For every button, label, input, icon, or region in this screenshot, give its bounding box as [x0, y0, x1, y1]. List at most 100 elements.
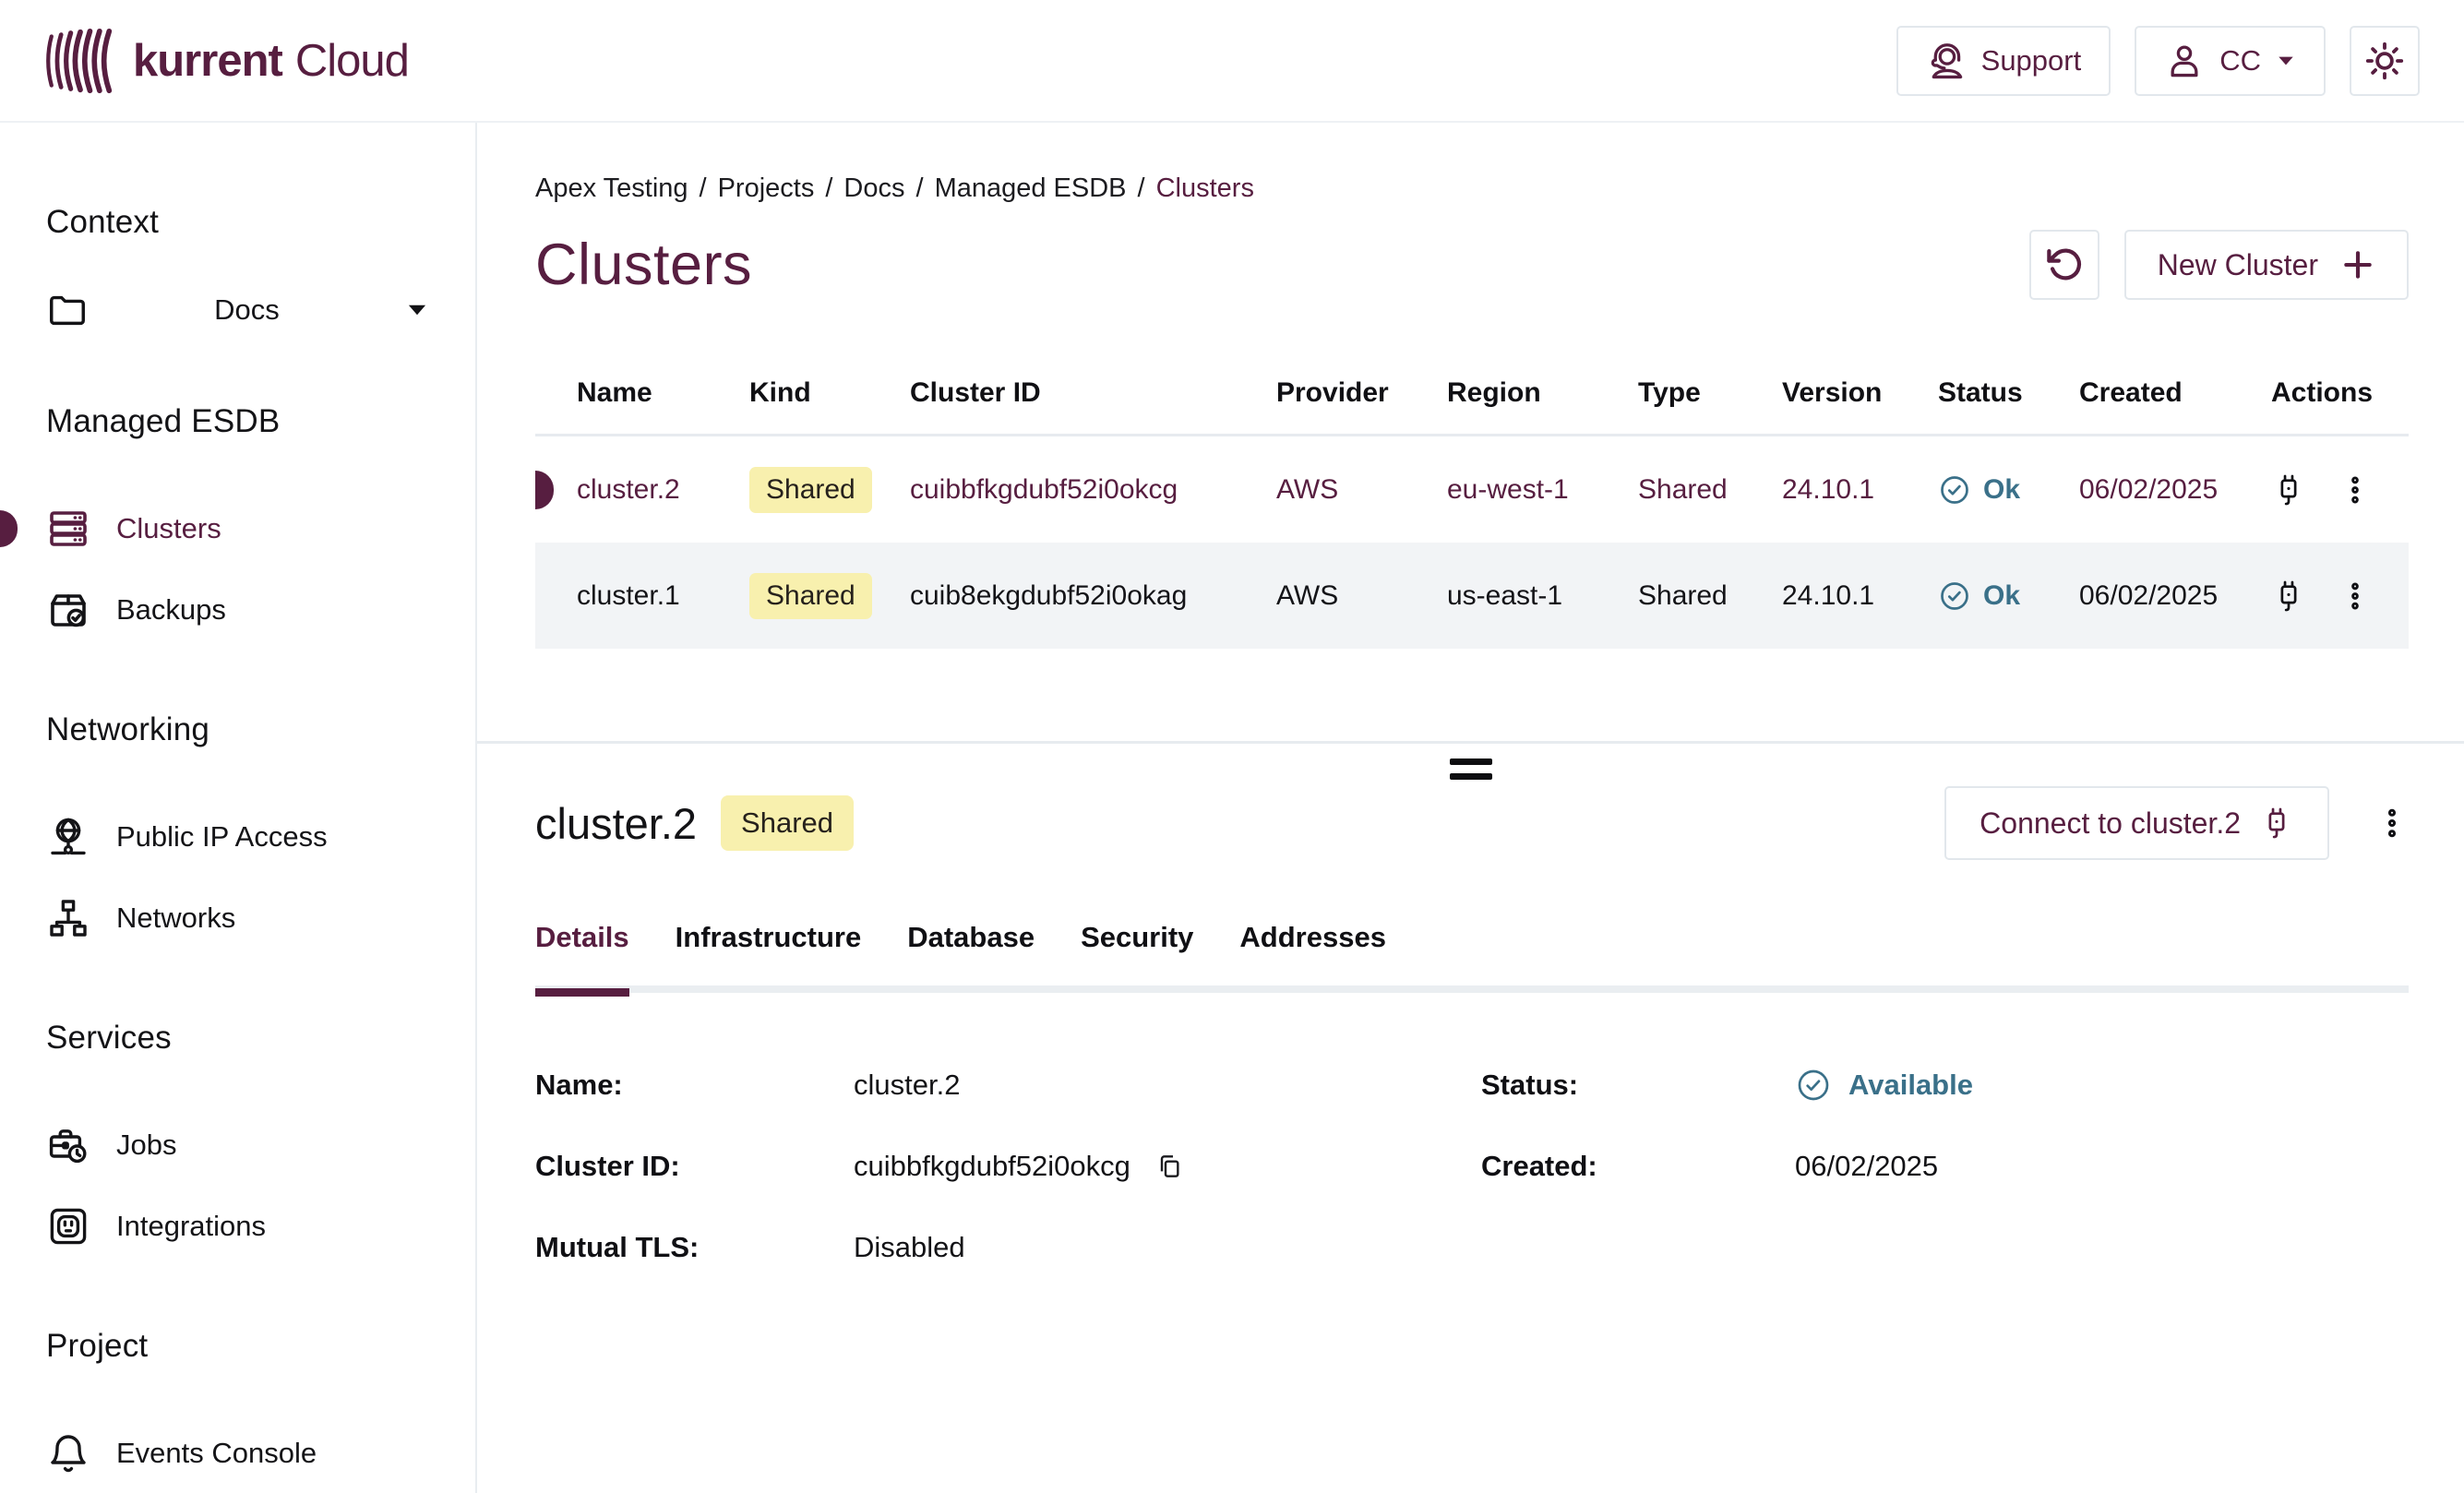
- project-context-select[interactable]: Docs: [46, 289, 429, 331]
- sidebar-section-project: Project Events Console Settings: [46, 1328, 475, 1493]
- cell-region: us-east-1: [1447, 580, 1638, 612]
- sidebar-item-clusters[interactable]: Clusters: [46, 488, 475, 569]
- col-name: Name: [577, 377, 749, 409]
- sidebar-item-events-console[interactable]: Events Console: [46, 1413, 475, 1493]
- col-actions: Actions: [2271, 377, 2409, 409]
- col-kind: Kind: [749, 377, 910, 409]
- project-select-value: Docs: [89, 293, 405, 327]
- tab-database[interactable]: Database: [907, 921, 1035, 993]
- col-region: Region: [1447, 377, 1638, 409]
- sidebar-item-label: Networks: [116, 902, 235, 935]
- breadcrumb-item[interactable]: Docs: [843, 173, 904, 204]
- row-menu-kebab-icon[interactable]: [2339, 580, 2371, 612]
- col-created: Created: [2079, 377, 2271, 409]
- cell-status: Ok: [1938, 473, 2079, 507]
- col-type: Type: [1638, 377, 1782, 409]
- clusters-icon: [46, 507, 90, 551]
- kind-badge: Shared: [749, 573, 872, 619]
- status-text: Available: [1848, 1069, 1973, 1102]
- tabs-underline: [535, 985, 2409, 993]
- theme-toggle-button[interactable]: [2350, 26, 2420, 96]
- field-label-cluster-id: Cluster ID:: [535, 1141, 854, 1191]
- field-value-cluster-id: cuibbfkgdubf52i0okcg: [854, 1141, 1481, 1191]
- refresh-button[interactable]: [2029, 230, 2099, 300]
- user-menu-button[interactable]: CC: [2135, 26, 2326, 96]
- sidebar: Context Docs Managed ESDB: [0, 123, 477, 1493]
- cell-type: Shared: [1638, 474, 1782, 506]
- new-cluster-label: New Cluster: [2158, 248, 2318, 282]
- logo-text: kurrentCloud: [133, 35, 409, 87]
- new-cluster-button[interactable]: New Cluster: [2124, 230, 2409, 300]
- sidebar-item-backups[interactable]: Backups: [46, 569, 475, 651]
- field-value-mutual-tls: Disabled: [854, 1222, 1481, 1272]
- panel-menu-kebab-icon[interactable]: [2375, 806, 2409, 840]
- public-ip-icon: [46, 815, 90, 859]
- table-row-cluster-2[interactable]: cluster.2 Shared cuibbfkgdubf52i0okcg AW…: [535, 436, 2409, 543]
- active-indicator: [0, 510, 18, 547]
- panel-drag-handle[interactable]: [1450, 758, 1492, 780]
- breadcrumb-separator: /: [916, 173, 924, 204]
- field-label-name: Name:: [535, 1059, 854, 1110]
- cell-version: 24.10.1: [1782, 580, 1938, 612]
- cell-region: eu-west-1: [1447, 474, 1638, 506]
- breadcrumb-separator: /: [1138, 173, 1145, 204]
- connect-to-cluster-button[interactable]: Connect to cluster.2: [1944, 786, 2329, 860]
- logo-suffix: Cloud: [295, 36, 409, 86]
- col-status: Status: [1938, 377, 2079, 409]
- breadcrumb-item-current: Clusters: [1156, 173, 1254, 204]
- networks-icon: [46, 896, 90, 940]
- sidebar-section-heading: Networking: [46, 711, 475, 748]
- clusters-table: Name Kind Cluster ID Provider Region Typ…: [535, 352, 2409, 649]
- connect-plug-icon[interactable]: [2271, 472, 2306, 508]
- cell-provider: AWS: [1276, 474, 1447, 506]
- breadcrumb-item[interactable]: Managed ESDB: [935, 173, 1127, 204]
- tab-details[interactable]: Details: [535, 921, 629, 993]
- main-content: Apex Testing / Projects / Docs / Managed…: [477, 123, 2464, 1493]
- tab-addresses[interactable]: Addresses: [1239, 921, 1386, 993]
- cell-name: cluster.2: [577, 474, 749, 506]
- connect-plug-icon: [2259, 806, 2294, 841]
- sidebar-item-jobs[interactable]: Jobs: [46, 1105, 475, 1186]
- cell-cluster-id: cuib8ekgdubf52i0okag: [910, 580, 1276, 612]
- tab-infrastructure[interactable]: Infrastructure: [676, 921, 862, 993]
- caret-down-icon: [405, 298, 429, 322]
- chevron-down-icon: [2276, 51, 2296, 71]
- sidebar-section-heading: Services: [46, 1020, 475, 1057]
- sidebar-item-label: Backups: [116, 593, 226, 627]
- cell-created: 06/02/2025: [2079, 474, 2271, 506]
- tab-security[interactable]: Security: [1081, 921, 1193, 993]
- col-provider: Provider: [1276, 377, 1447, 409]
- sidebar-heading-context: Context: [46, 204, 475, 241]
- kurrent-cloud-logo[interactable]: kurrentCloud: [46, 28, 409, 94]
- sidebar-item-label: Clusters: [116, 512, 221, 545]
- cell-version: 24.10.1: [1782, 474, 1938, 506]
- connect-plug-icon[interactable]: [2271, 579, 2306, 614]
- field-value-status: Available: [1795, 1059, 2409, 1110]
- kind-badge: Shared: [749, 467, 872, 513]
- copy-icon[interactable]: [1154, 1152, 1184, 1181]
- bell-icon: [46, 1431, 90, 1475]
- check-circle-icon: [1938, 579, 1971, 613]
- sidebar-item-integrations[interactable]: Integrations: [46, 1186, 475, 1267]
- header-actions: Support CC: [1896, 26, 2420, 96]
- breadcrumb-separator: /: [700, 173, 707, 204]
- table-row-cluster-1[interactable]: cluster.1 Shared cuib8ekgdubf52i0okag AW…: [535, 543, 2409, 649]
- row-menu-kebab-icon[interactable]: [2339, 474, 2371, 506]
- user-icon: [2164, 41, 2205, 81]
- breadcrumb-item[interactable]: Apex Testing: [535, 173, 688, 204]
- refresh-icon: [2045, 245, 2084, 284]
- support-button[interactable]: Support: [1896, 26, 2111, 96]
- cell-type: Shared: [1638, 580, 1782, 612]
- sidebar-section-services: Services Jobs: [46, 1020, 475, 1267]
- breadcrumb-item[interactable]: Projects: [718, 173, 815, 204]
- col-version: Version: [1782, 377, 1938, 409]
- headset-icon: [1926, 41, 1967, 81]
- sidebar-item-networks[interactable]: Networks: [46, 878, 475, 959]
- cluster-id-text: cuibbfkgdubf52i0okcg: [854, 1150, 1130, 1183]
- integrations-icon: [46, 1204, 90, 1248]
- sidebar-item-label: Public IP Access: [116, 820, 328, 854]
- breadcrumb-separator: /: [825, 173, 832, 204]
- detail-fields: Name: cluster.2 Status: Available Cluste…: [535, 1059, 2409, 1272]
- sidebar-item-public-ip-access[interactable]: Public IP Access: [46, 796, 475, 878]
- cell-kind: Shared: [749, 467, 910, 513]
